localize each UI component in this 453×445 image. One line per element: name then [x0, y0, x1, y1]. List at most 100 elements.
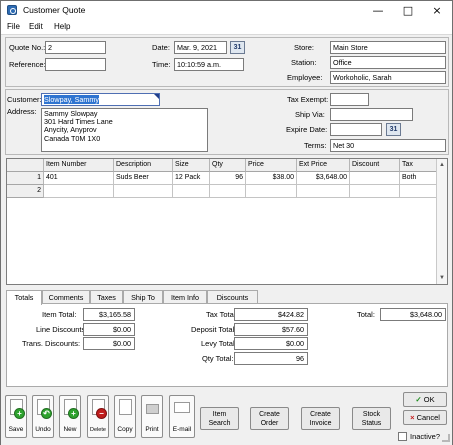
table-cell-price[interactable]: $38.00	[246, 172, 297, 185]
item-search-button[interactable]: Item Search	[200, 407, 239, 430]
reference-field[interactable]	[45, 58, 106, 71]
calendar-icon[interactable]: 31	[386, 123, 401, 136]
grid-header-qty[interactable]: Qty	[210, 159, 246, 172]
stock-status-button[interactable]: Stock Status	[352, 407, 391, 430]
create-invoice-button[interactable]: Create Invoice	[301, 407, 340, 430]
tab-discounts[interactable]: Discounts	[207, 290, 258, 304]
app-icon	[7, 5, 17, 15]
customer-field[interactable]: Slowpay, Sammy	[41, 93, 160, 106]
title-bar: Customer Quote — □ ×	[1, 1, 452, 20]
deposit-total-field: $57.60	[234, 323, 308, 336]
minimize-button[interactable]: —	[363, 1, 393, 20]
new-button[interactable]: + New	[59, 395, 81, 438]
row-number: 2	[7, 185, 44, 198]
resize-grip-icon[interactable]	[442, 434, 450, 442]
inactive-checkbox[interactable]	[398, 432, 407, 441]
scroll-up-icon[interactable]: ▲	[437, 160, 447, 170]
calendar-icon[interactable]: 31	[230, 41, 245, 54]
menu-bar: File Edit Help	[1, 20, 452, 35]
envelope-icon	[174, 402, 190, 413]
total-field: $3,648.00	[380, 308, 446, 321]
tax-exempt-field[interactable]	[330, 93, 369, 106]
tab-comments[interactable]: Comments	[42, 290, 90, 304]
terms-field[interactable]: Net 30	[330, 139, 446, 152]
chevron-down-icon[interactable]	[154, 94, 159, 99]
qty-total-field: 96	[234, 352, 308, 365]
tab-ship-to[interactable]: Ship To	[123, 290, 163, 304]
grid-header-tax[interactable]: Tax	[400, 159, 438, 172]
scroll-down-icon[interactable]: ▼	[437, 273, 447, 283]
save-icon: +	[14, 408, 25, 419]
printer-icon	[146, 404, 159, 414]
ship-via-label: Ship Via:	[295, 110, 325, 119]
ok-button[interactable]: ✓ OK	[403, 392, 447, 407]
close-button[interactable]: ×	[422, 1, 452, 20]
table-cell-qty[interactable]	[210, 185, 246, 198]
table-cell-description[interactable]	[114, 185, 173, 198]
store-field[interactable]: Main Store	[330, 41, 446, 54]
item-total-field: $3,165.58	[83, 308, 135, 321]
table-cell-tax[interactable]: Both	[400, 172, 438, 185]
ship-via-field[interactable]	[330, 108, 413, 121]
table-cell-item-number[interactable]: 401	[44, 172, 114, 185]
table-cell-ext-price[interactable]: $3,648.00	[297, 172, 350, 185]
grid-header-ext-price[interactable]: Ext Price	[297, 159, 350, 172]
total-label: Total:	[357, 310, 375, 319]
line-discounts-label: Line Discounts:	[36, 325, 88, 334]
grid-header-price[interactable]: Price	[246, 159, 297, 172]
table-cell-discount[interactable]	[350, 185, 400, 198]
station-field[interactable]: Office	[330, 56, 446, 69]
date-field[interactable]: Mar. 9, 2021	[174, 41, 227, 54]
qty-total-label: Qty Total:	[202, 354, 234, 363]
maximize-button[interactable]: □	[393, 1, 423, 20]
grid-header-size[interactable]: Size	[173, 159, 210, 172]
table-cell-qty[interactable]: 96	[210, 172, 246, 185]
time-field[interactable]: 10:10:59 a.m.	[174, 58, 244, 71]
grid-header-item-number[interactable]: Item Number	[44, 159, 114, 172]
delete-button[interactable]: − Delete	[87, 395, 109, 438]
time-label: Time:	[152, 60, 171, 69]
levy-total-field: $0.00	[234, 337, 308, 350]
table-cell-item-number[interactable]	[44, 185, 114, 198]
table-cell-tax[interactable]	[400, 185, 438, 198]
grid-vertical-scrollbar[interactable]: ▲ ▼	[436, 159, 447, 284]
copy-button[interactable]: Copy	[114, 395, 136, 438]
email-button[interactable]: E-mail	[169, 395, 195, 438]
item-total-label: Item Total:	[42, 310, 77, 319]
table-cell-price[interactable]	[246, 185, 297, 198]
expire-date-field[interactable]	[330, 123, 382, 136]
address-box[interactable]: Sammy Slowpay 301 Hard Times Lane Anycit…	[41, 108, 208, 152]
menu-help[interactable]: Help	[54, 22, 70, 31]
tab-totals[interactable]: Totals	[6, 290, 42, 305]
menu-edit[interactable]: Edit	[29, 22, 43, 31]
save-button[interactable]: + Save	[5, 395, 27, 438]
address-label: Address:	[7, 107, 37, 116]
items-grid[interactable]: Item Number Description Size Qty Price E…	[6, 158, 448, 285]
add-icon: +	[68, 408, 79, 419]
table-cell-description[interactable]: Suds Beer	[114, 172, 173, 185]
menu-file[interactable]: File	[7, 22, 20, 31]
tax-total-field: $424.82	[234, 308, 308, 321]
checkmark-icon: ✓	[415, 395, 422, 404]
tab-item-info[interactable]: Item Info	[163, 290, 207, 304]
x-icon: ×	[410, 413, 415, 422]
customer-value: Slowpay, Sammy	[44, 95, 99, 104]
grid-header-row-number	[7, 159, 44, 172]
grid-header-discount[interactable]: Discount	[350, 159, 400, 172]
table-cell-ext-price[interactable]	[297, 185, 350, 198]
table-cell-discount[interactable]	[350, 172, 400, 185]
quote-no-field[interactable]: 2	[45, 41, 106, 54]
table-cell-size[interactable]: 12 Pack	[173, 172, 210, 185]
employee-field[interactable]: Workoholic, Sarah	[330, 71, 446, 84]
trans-discounts-field: $0.00	[83, 337, 135, 350]
create-order-button[interactable]: Create Order	[250, 407, 289, 430]
print-button[interactable]: Print	[141, 395, 163, 438]
cancel-button[interactable]: × Cancel	[403, 410, 447, 425]
employee-label: Employee:	[287, 73, 323, 82]
grid-header-description[interactable]: Description	[114, 159, 173, 172]
table-cell-size[interactable]	[173, 185, 210, 198]
trans-discounts-label: Trans. Discounts:	[22, 339, 81, 348]
tab-taxes[interactable]: Taxes	[90, 290, 123, 304]
line-discounts-field: $0.00	[83, 323, 135, 336]
undo-button[interactable]: ↶ Undo	[32, 395, 54, 438]
